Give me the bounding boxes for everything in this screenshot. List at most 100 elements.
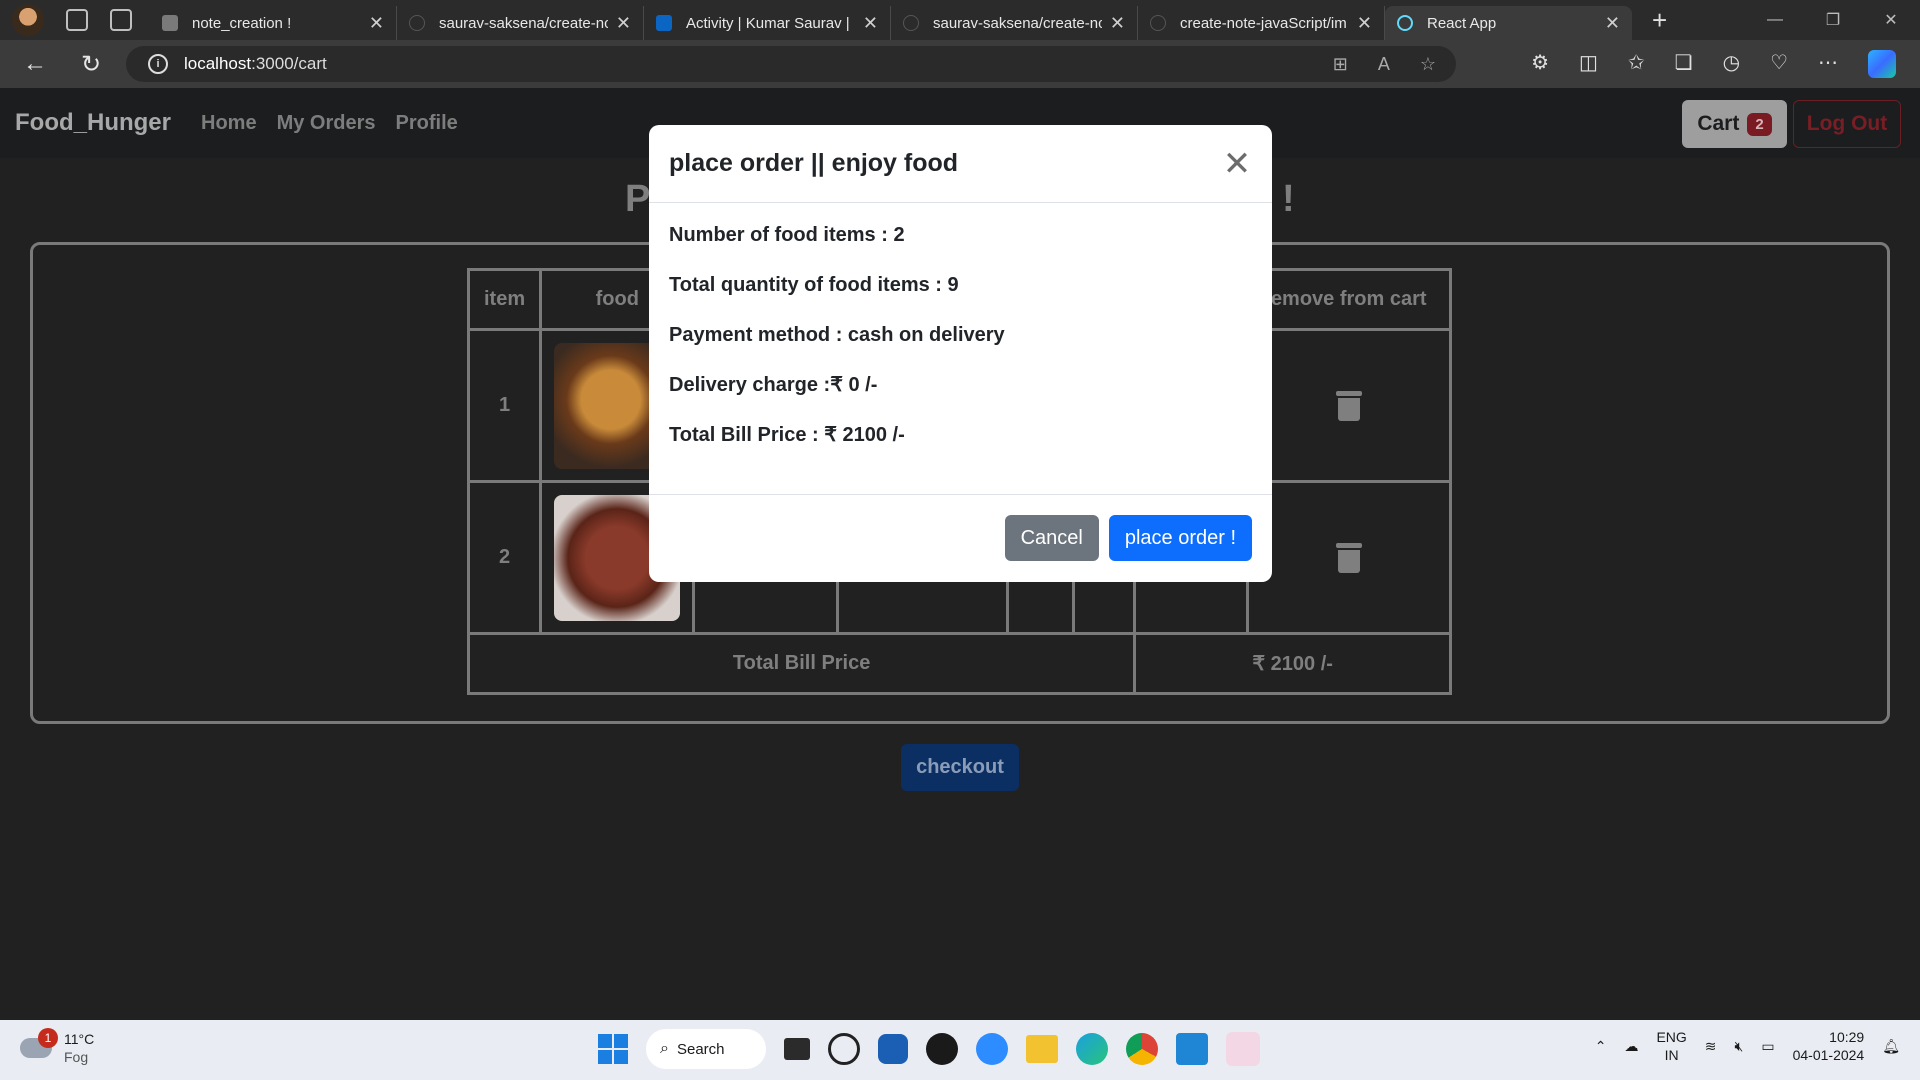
favorites-icon[interactable]: ✩ [1628,50,1645,78]
place-order-button[interactable]: place order ! [1108,515,1252,561]
back-icon[interactable]: ← [20,50,50,78]
total-quantity: Total quantity of food items : 9 [669,274,959,296]
app-available-icon[interactable]: ⊞ [1333,54,1348,75]
tab-strip: note_creation ! ✕ saurav-saksena/create-… [150,0,1667,40]
store-icon[interactable] [878,1034,908,1064]
chevron-up-icon[interactable]: ⌃ [1595,1038,1607,1055]
trash-icon[interactable] [1335,390,1362,421]
modal-title: place order || enjoy food [669,149,959,177]
clock-date: 04-01-2024 [1792,1047,1865,1063]
split-screen-icon[interactable]: ◫ [1579,50,1598,78]
item-number: 2 [466,480,543,635]
close-window-icon[interactable]: ✕ [1862,0,1920,40]
close-tab-icon[interactable]: ✕ [616,13,631,34]
extensions-icon[interactable]: ⚙ [1531,50,1549,78]
checkout-button[interactable]: checkout [901,744,1019,791]
browser-tab[interactable]: create-note-javaScript/im ✕ [1138,6,1385,40]
wifi-icon[interactable]: ≋ [1705,1038,1717,1055]
copilot-icon[interactable] [1868,50,1896,78]
volume-muted-icon[interactable]: 🔇︎ [1735,1038,1744,1055]
nav-link-my-orders[interactable]: My Orders [277,112,376,135]
nav-link-profile[interactable]: Profile [396,112,458,135]
weather-condition: Fog [64,1049,89,1065]
snipping-tool-icon[interactable] [1226,1032,1260,1066]
zoom-icon[interactable] [976,1033,1008,1065]
notification-bell-icon[interactable]: 🔔︎ [1882,1038,1900,1055]
close-tab-icon[interactable]: ✕ [863,13,878,34]
modal-body: Number of food items : 2 Total quantity … [649,203,1272,495]
weather-widget[interactable]: 1 11°C Fog [20,1028,94,1066]
profile-avatar[interactable] [12,4,44,36]
trash-icon[interactable] [1335,542,1362,573]
tab-actions-icon[interactable] [110,9,132,31]
edge-icon[interactable] [1076,1033,1108,1065]
clock-time: 10:29 [1829,1029,1865,1045]
search-label: Search [676,1040,725,1058]
browser-tab[interactable]: saurav-saksena/create-nc ✕ [891,6,1138,40]
chrome-icon[interactable] [1126,1033,1158,1065]
browser-tab[interactable]: Activity | Kumar Saurav | L ✕ [644,6,891,40]
onedrive-icon[interactable]: ☁ [1624,1038,1638,1055]
weather-badge: 1 [38,1028,58,1048]
favorite-star-icon[interactable]: ☆ [1420,54,1436,75]
close-icon[interactable]: ✕ [1222,144,1252,184]
cancel-button[interactable]: Cancel [1004,515,1099,561]
place-order-modal: place order || enjoy food ✕ Number of fo… [649,125,1272,582]
food-items-count: Number of food items : 2 [669,224,905,246]
performance-icon[interactable]: ♡ [1770,50,1788,78]
browser-tab[interactable]: saurav-saksena/create-nc ✕ [397,6,644,40]
system-tray: ⌃ ☁ ENG IN ≋ 🔇︎ ▭ 10:29 04-01-2024 🔔︎ [1595,1028,1900,1064]
read-aloud-icon[interactable]: A [1378,54,1390,75]
battery-icon[interactable]: ▭ [1761,1038,1774,1055]
url-path: :3000/cart [251,54,327,73]
modal-footer: Cancel place order ! [649,495,1272,581]
browser-toolbar: ⚙ ◫ ✩ ❏ ◷ ♡ ⋯ [1531,50,1896,78]
url-text[interactable]: localhost:3000/cart [184,54,327,74]
modal-header: place order || enjoy food ✕ [649,125,1272,203]
close-tab-icon[interactable]: ✕ [1605,13,1620,34]
vscode-icon[interactable] [1176,1033,1208,1065]
tab-favicon-icon [162,15,178,31]
tab-title: React App [1427,14,1497,32]
dell-icon[interactable] [828,1033,860,1065]
browser-tab-active[interactable]: React App ✕ [1385,6,1632,40]
refresh-icon[interactable]: ↻ [76,50,106,79]
nav-link-home[interactable]: Home [201,112,257,135]
tab-title: note_creation ! [192,14,292,32]
file-explorer-icon[interactable] [1026,1035,1058,1063]
cart-button[interactable]: Cart 2 [1682,100,1787,148]
tab-title: create-note-javaScript/im [1180,14,1347,32]
whatsapp-icon[interactable] [926,1033,958,1065]
item-number: 1 [466,328,543,483]
github-icon [409,15,425,31]
lang-region: IN [1664,1047,1679,1063]
window-controls: — ❐ ✕ [1746,0,1920,40]
clock[interactable]: 10:29 04-01-2024 [1793,1028,1865,1064]
task-view-icon[interactable] [784,1038,810,1060]
minimize-icon[interactable]: — [1746,0,1804,40]
language-indicator[interactable]: ENG IN [1656,1028,1686,1064]
close-tab-icon[interactable]: ✕ [1357,13,1372,34]
workspaces-icon[interactable] [66,9,88,31]
start-icon[interactable] [598,1034,628,1064]
new-tab-icon[interactable]: + [1652,5,1667,36]
collections-icon[interactable]: ❏ [1675,50,1693,78]
remove-cell [1245,328,1453,483]
address-bar[interactable]: i localhost:3000/cart ⊞ A ☆ [126,46,1456,82]
brand-logo[interactable]: Food_Hunger [15,109,171,137]
windows-taskbar: 1 11°C Fog ⌕ Search ⌃ ☁ ENG IN ≋ 🔇︎ ▭ 10… [0,1020,1920,1080]
more-menu-icon[interactable]: ⋯ [1818,50,1838,78]
total-row: Total Bill Price ₹ 2100 /- [466,632,1452,695]
restore-icon[interactable]: ❐ [1804,0,1862,40]
nav-links: Home My Orders Profile [201,112,458,135]
browser-tab[interactable]: note_creation ! ✕ [150,6,397,40]
tab-title: saurav-saksena/create-nc [439,14,608,32]
site-info-icon[interactable]: i [148,54,168,74]
close-tab-icon[interactable]: ✕ [1110,13,1125,34]
history-icon[interactable]: ◷ [1723,50,1740,78]
page-heading-left: P [625,178,651,220]
address-bar-icons: ⊞ A ☆ [1333,54,1436,75]
taskbar-search[interactable]: ⌕ Search [646,1029,766,1069]
close-tab-icon[interactable]: ✕ [369,13,384,34]
logout-button[interactable]: Log Out [1793,100,1901,148]
